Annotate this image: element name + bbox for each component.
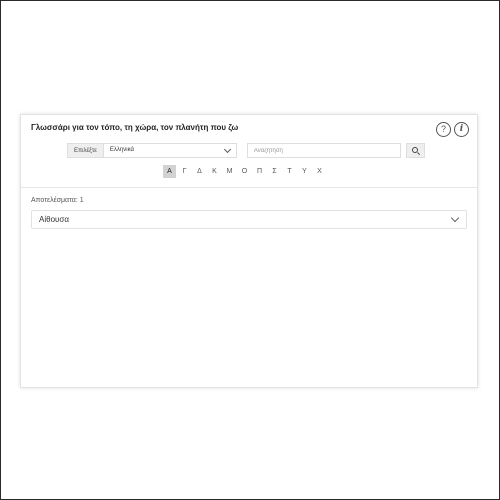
info-circle-icon[interactable]: i [454, 122, 469, 137]
search-icon [411, 147, 418, 153]
letter-filter-5[interactable]: Ο [238, 165, 251, 178]
letter-filter-6[interactable]: Π [253, 165, 266, 178]
language-label: Επιλέξτε [67, 143, 103, 158]
help-icons: ? i [436, 122, 469, 137]
glossary-panel: Γλωσσάρι για τον τόπο, τη χώρα, τον πλαν… [20, 114, 478, 388]
search-button[interactable] [405, 143, 425, 158]
help-circle-icon[interactable]: ? [436, 122, 451, 137]
results-count: Αποτελέσματα: 1 [31, 197, 84, 204]
chevron-down-icon[interactable] [450, 213, 460, 223]
letter-filter-10[interactable]: Χ [313, 165, 326, 178]
alphabet-filter: ΑΓΔΚΜΟΠΣΤΥΧ [163, 165, 326, 178]
letter-filter-1[interactable]: Γ [178, 165, 191, 178]
letter-filter-9[interactable]: Υ [298, 165, 311, 178]
letter-filter-3[interactable]: Κ [208, 165, 221, 178]
language-select[interactable]: Ελληνικά [102, 143, 237, 158]
page-title: Γλωσσάρι για τον τόπο, τη χώρα, τον πλαν… [31, 123, 239, 132]
letter-filter-8[interactable]: Τ [283, 165, 296, 178]
result-item-label: Αίθουσα [39, 215, 69, 224]
letter-filter-4[interactable]: Μ [223, 165, 236, 178]
search-input[interactable] [246, 143, 401, 158]
result-item[interactable]: Αίθουσα [31, 210, 467, 229]
chevron-down-icon [223, 145, 231, 154]
letter-filter-0[interactable]: Α [163, 165, 176, 178]
search-controls: Επιλέξτε Ελληνικά [67, 143, 425, 158]
letter-filter-2[interactable]: Δ [193, 165, 206, 178]
language-select-value: Ελληνικά [109, 147, 134, 153]
letter-filter-7[interactable]: Σ [268, 165, 281, 178]
glossary-header: Γλωσσάρι για τον τόπο, τη χώρα, τον πλαν… [21, 115, 477, 188]
